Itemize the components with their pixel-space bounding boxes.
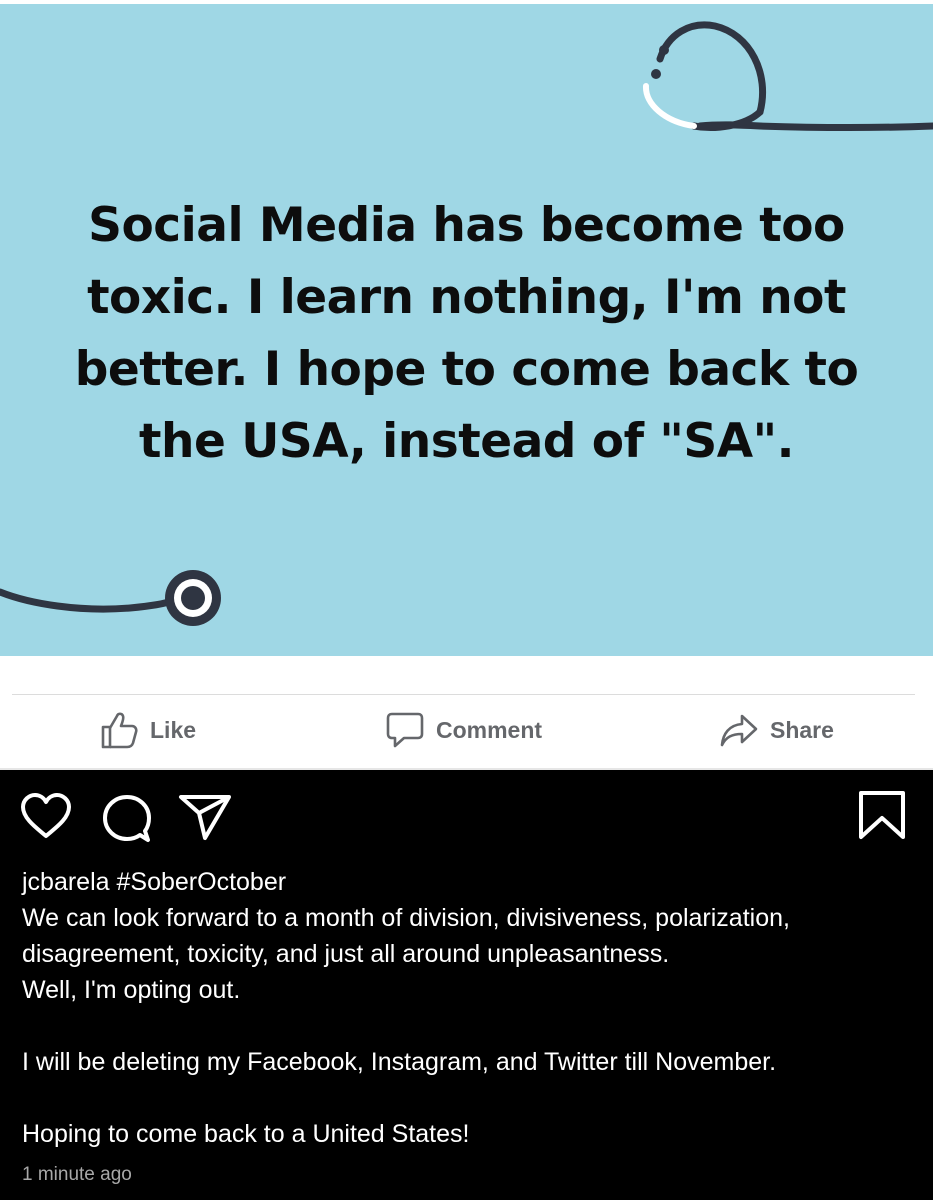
caption-line: We can look forward to a month of divisi…	[22, 904, 790, 932]
post-caption: jcbarela #SoberOctober We can look forwa…	[22, 864, 917, 1152]
caption-line: disagreement, toxicity, and just all aro…	[22, 940, 670, 968]
divider	[12, 694, 915, 695]
caption-header-line: jcbarela #SoberOctober	[22, 864, 917, 900]
heart-icon[interactable]	[20, 792, 72, 840]
timestamp: 1 minute ago	[22, 1164, 132, 1185]
bookmark-icon[interactable]	[858, 790, 906, 840]
caption-line: Well, I'm opting out.	[22, 976, 241, 1004]
post-image-text: Social Media has become too toxic. I lea…	[74, 198, 859, 469]
username[interactable]: jcbarela	[22, 868, 110, 896]
send-icon[interactable]	[178, 792, 232, 842]
share-button[interactable]: Share	[720, 708, 834, 752]
instagram-post-footer: jcbarela #SoberOctober We can look forwa…	[0, 772, 933, 1200]
like-button[interactable]: Like	[100, 708, 196, 752]
divider	[0, 768, 933, 770]
comment-bubble-icon[interactable]	[102, 794, 152, 844]
caption-line: I will be deleting my Facebook, Instagra…	[22, 1048, 777, 1076]
post-image: Social Media has become too toxic. I lea…	[0, 4, 933, 656]
caption-line	[22, 1008, 917, 1044]
comment-icon	[386, 712, 424, 748]
comment-button[interactable]: Comment	[386, 708, 542, 752]
like-label: Like	[150, 716, 197, 743]
share-label: Share	[770, 716, 834, 743]
thumbs-up-icon	[101, 712, 138, 749]
comment-label: Comment	[436, 716, 543, 743]
caption-line	[22, 1080, 917, 1116]
facebook-post-card: Social Media has become too toxic. I lea…	[0, 0, 933, 770]
caption-line: Hoping to come back to a United States!	[22, 1120, 470, 1148]
hashtag[interactable]: #SoberOctober	[117, 868, 287, 896]
share-arrow-icon	[720, 714, 758, 747]
